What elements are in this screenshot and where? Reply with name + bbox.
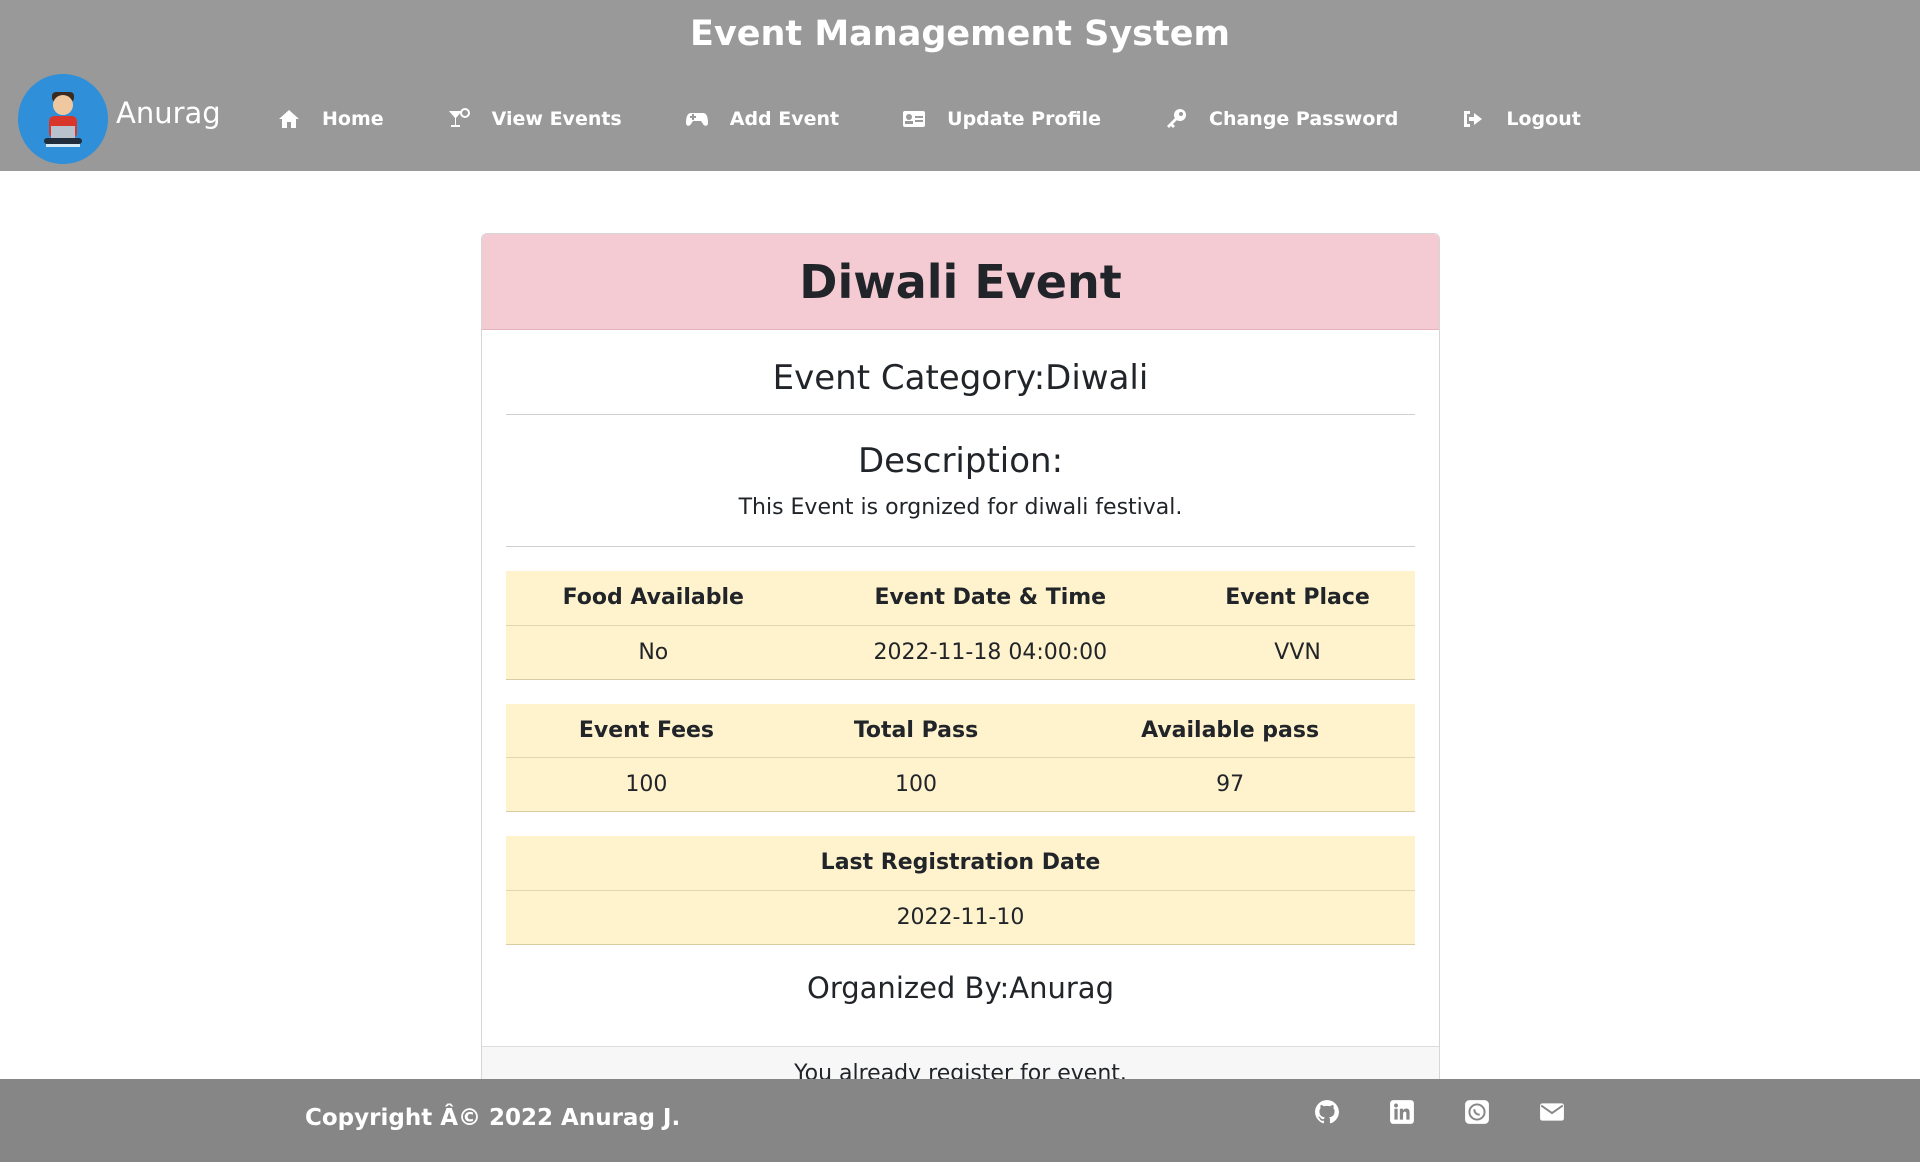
nav-add-event[interactable]: Add Event <box>684 107 839 131</box>
event-fees-value: 100 <box>506 757 787 812</box>
event-category: Event Category:Diwali <box>772 358 1149 398</box>
food-available-value: No <box>506 625 801 680</box>
event-card: Diwali Event Event Category:Diwali Descr… <box>481 233 1440 1101</box>
table-header: Event Fees <box>506 703 787 758</box>
table-row: No 2022-11-18 04:00:00 VVN <box>506 625 1415 680</box>
nav-change-password[interactable]: Change Password <box>1163 107 1398 131</box>
nav-update-profile-label: Update Profile <box>947 108 1102 130</box>
freelancer-avatar-icon <box>18 74 108 164</box>
top-navbar: Event Management System Anurag Home View… <box>0 0 1920 171</box>
total-pass-value: 100 <box>786 757 1046 812</box>
nav-view-events-label: View Events <box>491 108 622 130</box>
event-datetime-value: 2022-11-18 04:00:00 <box>800 625 1181 680</box>
table-row: 2022-11-10 <box>506 890 1415 945</box>
nav-add-event-label: Add Event <box>729 108 840 130</box>
event-pass-table: Event Fees Total Pass Available pass 100… <box>506 703 1415 812</box>
nav-logout[interactable]: Logout <box>1460 107 1581 131</box>
table-header: Last Registration Date <box>506 836 1415 891</box>
whatsapp-icon[interactable] <box>1462 1097 1492 1127</box>
main-nav: Home View Events Add Event Update Profil… <box>276 102 1643 136</box>
table-header: Available pass <box>1045 703 1415 758</box>
avatar[interactable] <box>18 74 108 164</box>
user-name[interactable]: Anurag <box>116 96 221 130</box>
table-header: Total Pass <box>786 703 1046 758</box>
copyright-text: Copyright Â© 2022 Anurag J. <box>305 1105 681 1131</box>
home-icon <box>276 107 302 131</box>
organized-by: Organized By:Anurag <box>807 970 1114 1005</box>
nav-view-events[interactable]: View Events <box>446 107 622 131</box>
registration-date-table: Last Registration Date 2022-11-10 <box>506 836 1415 945</box>
event-card-header: Diwali Event <box>482 234 1439 330</box>
last-registration-date-value: 2022-11-10 <box>506 890 1415 945</box>
table-header: Event Place <box>1180 571 1415 626</box>
description-heading: Description: <box>857 441 1064 481</box>
gamepad-icon <box>684 107 710 131</box>
nav-update-profile[interactable]: Update Profile <box>901 107 1101 131</box>
description-text: This Event is orgnized for diwali festiv… <box>738 495 1183 520</box>
nav-logout-label: Logout <box>1506 108 1581 130</box>
event-card-body: Event Category:Diwali Description: This … <box>482 358 1439 1005</box>
nav-home-label: Home <box>322 108 384 130</box>
cocktail-icon <box>446 107 472 131</box>
linkedin-icon[interactable] <box>1387 1097 1417 1127</box>
id-card-icon <box>901 107 927 131</box>
table-header: Food Available <box>506 571 801 626</box>
divider <box>506 414 1415 415</box>
key-icon <box>1163 107 1189 131</box>
available-pass-value: 97 <box>1045 757 1415 812</box>
table-row: 100 100 97 <box>506 757 1415 812</box>
table-header: Event Date & Time <box>800 571 1181 626</box>
social-links <box>1312 1097 1612 1127</box>
page-footer: Copyright Â© 2022 Anurag J. <box>0 1079 1920 1162</box>
sign-out-icon <box>1460 107 1486 131</box>
email-icon[interactable] <box>1537 1097 1567 1127</box>
divider <box>506 546 1415 547</box>
event-title: Diwali Event <box>799 254 1122 309</box>
event-place-value: VVN <box>1180 625 1415 680</box>
event-details-table: Food Available Event Date & Time Event P… <box>506 571 1415 680</box>
nav-home[interactable]: Home <box>276 107 384 131</box>
site-title: Event Management System <box>690 14 1230 54</box>
nav-change-password-label: Change Password <box>1209 108 1399 130</box>
github-icon[interactable] <box>1312 1097 1342 1127</box>
